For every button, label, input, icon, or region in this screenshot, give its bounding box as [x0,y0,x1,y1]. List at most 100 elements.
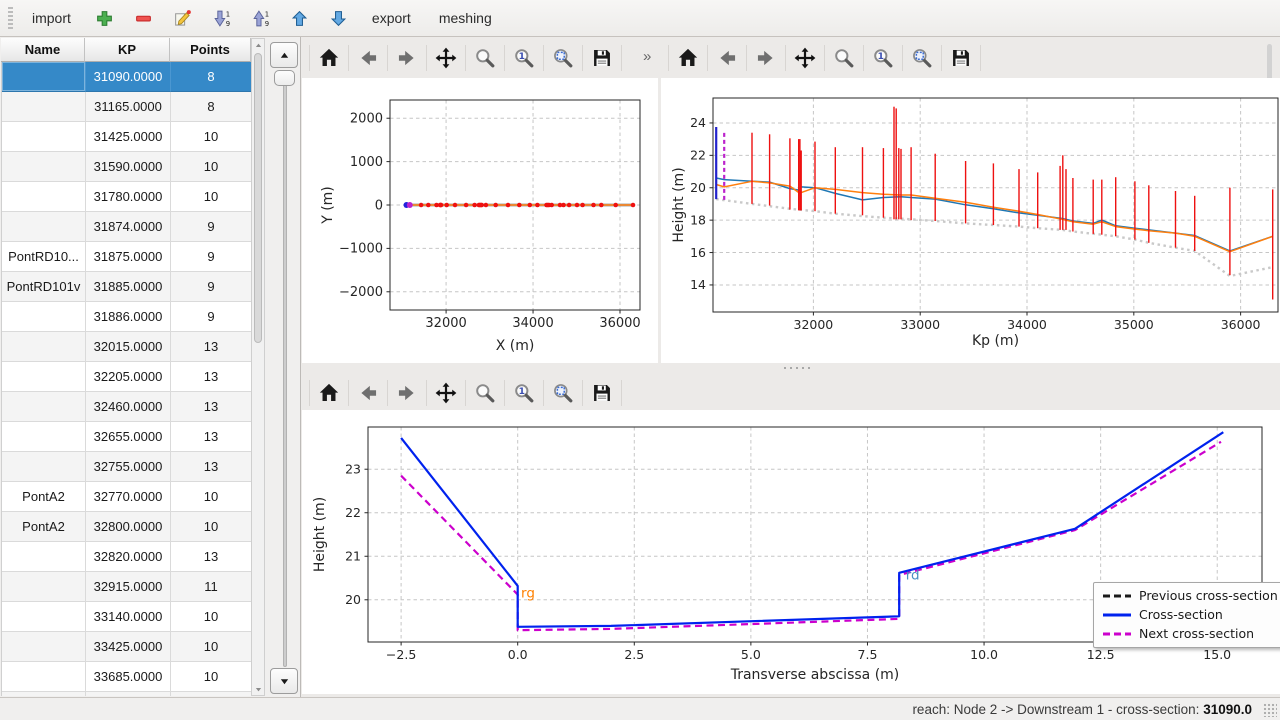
zoom-original-icon[interactable] [509,43,539,73]
cross-section-plot[interactable]: −2.50.02.55.07.510.012.515.020212223rgrd… [302,410,1280,694]
points-cell[interactable]: 10 [171,182,252,212]
longitudinal-profile-plot[interactable]: 3200033000340003500036000141618202224Kp … [661,78,1280,363]
splitter-handle[interactable] [784,367,812,369]
back-icon[interactable] [353,43,383,73]
scroll-up-icon[interactable] [253,40,263,51]
column-header-kp[interactable]: KP [85,38,170,62]
sort-ascending-icon[interactable] [244,5,277,32]
name-cell[interactable] [2,62,86,92]
name-cell[interactable] [2,692,86,696]
kp-cell[interactable]: 33140.0000 [86,602,171,632]
zoom-icon[interactable] [470,43,500,73]
name-cell[interactable] [2,332,86,362]
table-row[interactable]: 31886.00009 [2,302,252,332]
name-cell[interactable] [2,572,86,602]
toolbar-drag-handle[interactable] [8,7,13,29]
points-cell[interactable]: 10 [171,152,252,182]
export-button[interactable]: export [361,6,422,30]
back-icon[interactable] [712,43,742,73]
name-cell[interactable] [2,362,86,392]
kp-cell[interactable]: 32655.0000 [86,422,171,452]
table-row[interactable]: 31165.00008 [2,92,252,122]
save-icon[interactable] [587,43,617,73]
kp-cell[interactable]: 33685.0000 [86,662,171,692]
table-row[interactable]: 32820.000013 [2,542,252,572]
name-cell[interactable] [2,212,86,242]
kp-cell[interactable]: 31590.0000 [86,152,171,182]
kp-cell[interactable]: 32800.0000 [86,512,171,542]
points-cell[interactable]: 10 [171,482,252,512]
home-icon[interactable] [314,43,344,73]
kp-cell[interactable]: 32755.0000 [86,452,171,482]
name-cell[interactable] [2,662,86,692]
name-cell[interactable] [2,152,86,182]
table-row[interactable]: PontRD101v31885.00009 [2,272,252,302]
points-cell[interactable]: 10 [171,632,252,662]
kp-cell[interactable]: 33425.0000 [86,632,171,662]
table-row[interactable]: 33425.000010 [2,632,252,662]
column-header-name[interactable]: Name [1,38,85,62]
pan-icon[interactable] [431,378,461,408]
horizontal-splitter[interactable] [301,363,1280,372]
name-cell[interactable] [2,542,86,572]
table-row[interactable]: 33685.000010 [2,662,252,692]
name-cell[interactable] [2,302,86,332]
kp-cell[interactable]: 31885.0000 [86,272,171,302]
kp-cell[interactable]: 31874.0000 [86,212,171,242]
table-row[interactable]: 31874.00009 [2,212,252,242]
table-row[interactable]: 32755.000013 [2,452,252,482]
points-cell[interactable]: 13 [171,452,252,482]
table-row[interactable]: 32205.000013 [2,362,252,392]
kp-cell[interactable]: 31425.0000 [86,122,171,152]
table-row[interactable]: 31590.000010 [2,152,252,182]
points-cell[interactable]: 13 [171,392,252,422]
back-icon[interactable] [353,378,383,408]
points-cell[interactable]: 8 [171,92,252,122]
cross-section-slider-track[interactable] [283,71,287,667]
cross-section-table[interactable]: 31090.0000831165.0000831425.00001031590.… [1,62,252,696]
points-cell[interactable]: 10 [171,512,252,542]
zoom-to-rect-icon[interactable] [548,378,578,408]
table-row[interactable]: 32655.000013 [2,422,252,452]
kp-cell[interactable]: 32205.0000 [86,362,171,392]
points-cell[interactable]: 13 [171,422,252,452]
name-cell[interactable]: PontA2 [2,512,86,542]
table-row[interactable]: 31090.00008 [2,62,252,92]
name-cell[interactable] [2,452,86,482]
home-icon[interactable] [673,43,703,73]
column-header-points[interactable]: Points [170,38,251,62]
table-row[interactable]: 32915.000011 [2,572,252,602]
points-cell[interactable]: 8 [171,62,252,92]
toolbar-overflow-chevron[interactable]: » [643,48,651,65]
move-down-icon[interactable] [322,5,355,32]
name-cell[interactable] [2,422,86,452]
points-cell[interactable]: 13 [171,362,252,392]
kp-cell[interactable]: 32915.0000 [86,572,171,602]
cross-section-slider-thumb[interactable] [274,70,295,86]
save-icon[interactable] [587,378,617,408]
meshing-button[interactable]: meshing [428,6,503,30]
table-row[interactable]: 31780.000010 [2,182,252,212]
kp-cell[interactable]: 32820.0000 [86,542,171,572]
table-row[interactable]: PontA232770.000010 [2,482,252,512]
window-resize-grip[interactable] [1263,703,1277,717]
points-cell[interactable]: 9 [171,302,252,332]
table-row[interactable]: 33140.000010 [2,602,252,632]
table-row[interactable]: 31425.000010 [2,122,252,152]
name-cell[interactable] [2,392,86,422]
name-cell[interactable] [2,632,86,662]
table-row[interactable]: PontRD10...31875.00009 [2,242,252,272]
scroll-down-icon[interactable] [253,684,263,695]
kp-cell[interactable]: 31090.0000 [86,62,171,92]
kp-cell[interactable] [86,692,171,696]
forward-icon[interactable] [751,43,781,73]
zoom-original-icon[interactable] [509,378,539,408]
previous-cross-section-icon[interactable] [270,42,298,68]
points-cell[interactable]: 9 [171,272,252,302]
table-scrollbar[interactable] [251,38,265,696]
home-icon[interactable] [314,378,344,408]
points-cell[interactable]: 13 [171,542,252,572]
points-cell[interactable]: 13 [171,332,252,362]
kp-cell[interactable]: 31875.0000 [86,242,171,272]
move-up-icon[interactable] [283,5,316,32]
